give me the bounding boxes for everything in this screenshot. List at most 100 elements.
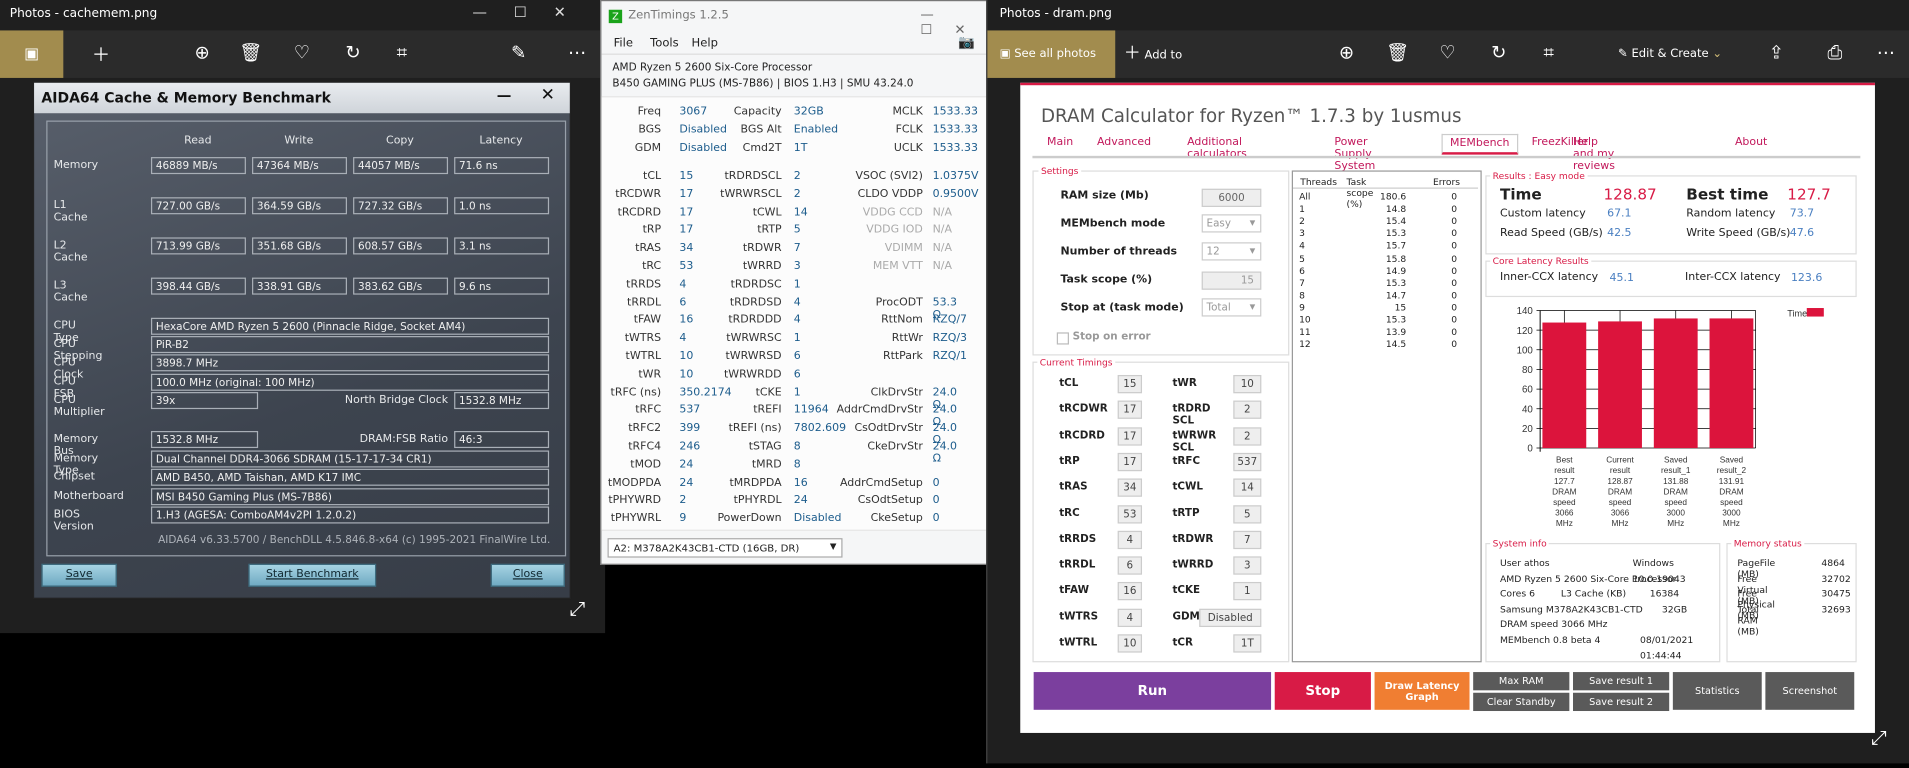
bar <box>1653 318 1698 449</box>
minimize-button[interactable]: — <box>497 86 512 103</box>
threads-label: Number of threads <box>1060 245 1178 259</box>
more-icon[interactable]: ⋯ <box>1871 41 1900 63</box>
tab-help-and-my-reviews[interactable]: Help and my reviews <box>1573 136 1615 173</box>
delete-icon[interactable]: 🗑 <box>1383 41 1412 63</box>
memory-status-value: 32693 <box>1821 603 1851 615</box>
core-latency-caption: Core Latency Results <box>1490 255 1592 267</box>
timing-label: tMOD <box>630 458 662 471</box>
tab-about[interactable]: About <box>1735 136 1767 148</box>
thread-errors: 0 <box>1451 252 1458 264</box>
ram-size-input[interactable]: 6000 <box>1201 188 1262 207</box>
timing-label: tRCDWR <box>615 188 662 201</box>
stop-at-label: Stop at (task mode) <box>1060 301 1184 315</box>
scope-input[interactable]: 15 <box>1201 271 1262 290</box>
clear-standby-button[interactable]: Clear Standby <box>1473 692 1570 712</box>
value-box: 338.91 GB/s <box>252 277 347 295</box>
tab-power-supply-system[interactable]: Power Supply System <box>1334 136 1375 173</box>
close-icon[interactable]: ✕ <box>541 85 555 104</box>
y-tick-label: 100 <box>1517 345 1534 356</box>
timing-value: 10 <box>1233 374 1262 394</box>
legend-label: Time <box>1787 309 1807 319</box>
row-label: L2 Cache <box>53 239 88 265</box>
edit-icon[interactable]: ✎ <box>504 41 533 63</box>
timing-label: tRDRDSC <box>730 278 782 291</box>
timing-value: 0 <box>932 476 940 489</box>
heart-icon[interactable]: ♡ <box>1433 41 1462 63</box>
timing-value: 17 <box>1117 426 1143 446</box>
mode-select[interactable]: Easy ▼ <box>1201 214 1262 233</box>
timing-label: AddrCmdSetup <box>839 476 923 489</box>
delete-icon[interactable]: 🗑 <box>236 41 265 63</box>
zentimings-window: Z ZenTimings 1.2.5 —☐✕ File Tools Help 📷… <box>600 0 989 565</box>
menu-help[interactable]: Help <box>692 37 718 50</box>
share-icon[interactable]: ⇪ <box>1762 41 1791 63</box>
menu-tools[interactable]: Tools <box>650 37 678 50</box>
module-select[interactable]: A2: M378A2K43CB1-CTD (16GB, DR) ▼ <box>607 538 843 558</box>
zoom-icon[interactable]: ⊕ <box>187 41 216 63</box>
save-button[interactable]: Save <box>41 563 117 587</box>
row-label: L1 Cache <box>53 199 88 225</box>
x-tick-label: DRAM <box>1608 487 1632 496</box>
crop-icon[interactable]: ⌗ <box>1534 41 1563 63</box>
thread-scope: 15 <box>1394 301 1407 313</box>
tab-advanced[interactable]: Advanced <box>1097 136 1151 148</box>
threads-select[interactable]: 12 ▼ <box>1201 242 1262 261</box>
zoom-icon[interactable]: ⊕ <box>1332 41 1361 63</box>
thread-id: 3 <box>1299 228 1305 239</box>
timing-value: N/A <box>932 242 952 255</box>
statistics-button[interactable]: Statistics <box>1672 672 1762 710</box>
heart-icon[interactable]: ♡ <box>287 41 316 63</box>
timing-value: N/A <box>932 260 952 273</box>
x-tick-label: 3066 <box>1611 509 1630 518</box>
time-value: 128.87 <box>1603 185 1657 204</box>
timing-label: tWTRS <box>1059 610 1099 623</box>
window-controls[interactable]: —☐✕ <box>472 4 592 21</box>
timings-caption: Current Timings <box>1037 356 1116 368</box>
stop-button[interactable]: Stop <box>1274 672 1371 710</box>
timing-label: tWRWRSD <box>725 350 782 363</box>
timing-label: tRDRD SCL <box>1172 403 1211 428</box>
timing-label: CkeSetup <box>870 512 923 525</box>
timing-label: tRTP <box>1172 507 1200 520</box>
see-all-photos-button[interactable]: ▣ See all photos <box>987 30 1116 78</box>
tab-membench[interactable]: MEMbench <box>1441 133 1519 155</box>
crop-icon[interactable]: ⌗ <box>387 41 416 63</box>
save-result-1-button[interactable]: Save result 1 <box>1573 672 1670 691</box>
screenshot-button[interactable]: Screenshot <box>1765 672 1855 710</box>
x-tick-label: MHz <box>1556 519 1573 528</box>
x-tick-label: speed <box>1553 498 1576 507</box>
app-title: DRAM Calculator for Ryzen™ 1.7.3 by 1usm… <box>1040 104 1462 127</box>
memory-status-caption: Memory status <box>1731 538 1805 550</box>
rotate-icon[interactable]: ↻ <box>1484 41 1513 63</box>
print-icon[interactable]: ⎙ <box>1820 41 1849 63</box>
thread-scope: 14.9 <box>1385 264 1407 276</box>
cores: Cores 6 <box>1499 588 1536 600</box>
tab-main[interactable]: Main <box>1047 136 1073 148</box>
system-info-body: User athos Windows 10.0.19043 AMD Ryzen 5… <box>1499 556 1713 661</box>
run-button[interactable]: Run <box>1033 672 1272 710</box>
add-to-button[interactable]: ＋ Add to <box>1124 30 1182 79</box>
more-icon[interactable]: ⋯ <box>562 41 591 63</box>
draw-latency-graph-button[interactable]: Draw Latency Graph <box>1374 672 1470 710</box>
chevron-down-icon: ▼ <box>1249 219 1256 228</box>
add-icon[interactable]: ＋ <box>86 41 115 67</box>
start-benchmark-button[interactable]: Start Benchmark <box>248 563 377 587</box>
timing-value: 24 <box>793 494 808 507</box>
camera-icon[interactable]: 📷 <box>958 34 975 50</box>
timing-label: tWR <box>638 368 662 381</box>
max-ram-button[interactable]: Max RAM <box>1473 672 1570 691</box>
system-info-caption: System info <box>1490 538 1550 550</box>
save-result-2-button[interactable]: Save result 2 <box>1573 692 1670 712</box>
image-icon[interactable]: ▣ <box>0 30 64 78</box>
stop-at-select[interactable]: Total ▼ <box>1201 298 1262 317</box>
close-button[interactable]: Close <box>490 563 565 587</box>
rotate-icon[interactable]: ↻ <box>338 41 367 63</box>
edit-create-button[interactable]: ✎ Edit & Create ⌄ <box>1618 30 1722 77</box>
window-controls[interactable]: —☐✕ <box>920 6 987 38</box>
menu-file[interactable]: File <box>614 37 633 50</box>
datetime: 08/01/2021 01:44:44 <box>1639 634 1694 661</box>
chevron-down-icon: ▼ <box>1249 303 1256 312</box>
timing-label: tWRRD <box>742 260 782 273</box>
expand-icon[interactable]: ⤢ <box>570 597 586 621</box>
stop-on-error-checkbox[interactable] <box>1056 332 1069 345</box>
